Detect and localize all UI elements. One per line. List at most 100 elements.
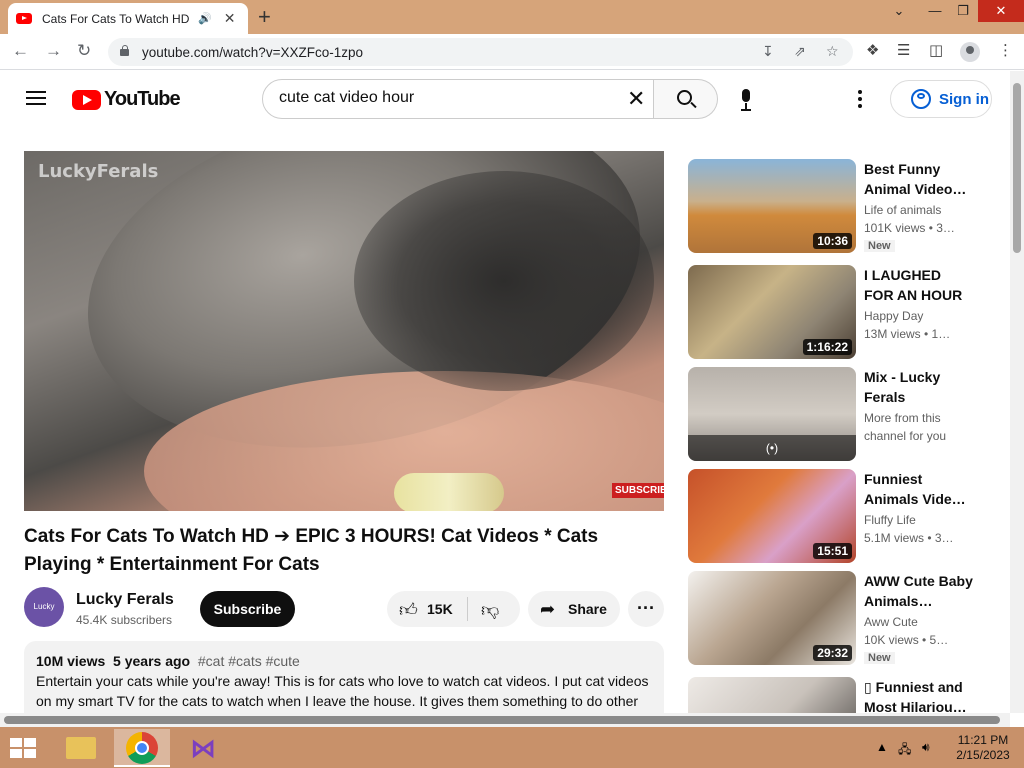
related-video-item[interactable]: 10:36 Best Funny Animal Video… Life of a…	[688, 159, 988, 253]
side-panel-icon[interactable]: ◫	[929, 42, 943, 60]
tab-close-icon[interactable]: ✕	[224, 10, 236, 27]
description-meta: 10M views 5 years ago #cat #cats #cute	[36, 653, 652, 669]
video-title: Cats For Cats To Watch HD ➔ EPIC 3 HOURS…	[24, 526, 599, 575]
clock-date: 2/15/2023	[956, 748, 1010, 762]
horizontal-scrollbar[interactable]	[0, 713, 1010, 727]
duration-badge: 10:36	[813, 233, 852, 249]
windows-start-icon[interactable]	[10, 738, 36, 758]
related-thumbnail[interactable]: 1:16:22	[688, 265, 856, 359]
video-frame-toy	[394, 473, 504, 511]
lock-icon[interactable]	[120, 45, 129, 56]
new-badge: New	[864, 652, 895, 664]
more-actions-button[interactable]: ···	[628, 591, 664, 627]
tab-search-icon[interactable]: ⌄	[882, 0, 916, 22]
new-tab-button[interactable]: +	[258, 6, 271, 28]
search-input[interactable]	[279, 89, 619, 107]
related-video-item[interactable]: 29:32 AWW Cute Baby Animals… Aww Cute 10…	[688, 571, 988, 665]
sign-in-button[interactable]: Sign in	[890, 80, 992, 118]
related-views: channel for you	[864, 429, 947, 443]
share-page-icon[interactable]: ⇗	[794, 43, 806, 60]
related-views: 101K views • 3…	[864, 221, 955, 235]
related-title[interactable]: AWW Cute Baby Animals…	[864, 571, 974, 611]
system-clock[interactable]: 11:21 PM 2/15/2023	[948, 733, 1018, 763]
search-box[interactable]: ✕	[262, 79, 654, 119]
youtube-logo[interactable]: YouTube	[72, 88, 181, 111]
dislike-thumb-down-icon[interactable]: 👎︎	[481, 599, 499, 621]
mix-radio-icon: (•)	[688, 435, 856, 461]
like-thumb-up-icon[interactable]: 👍︎	[399, 599, 418, 621]
visual-studio-icon: ⋈	[190, 733, 216, 763]
browser-toolbar: ← → ↻ youtube.com/watch?v=XXZFco-1zpo ↧ …	[0, 34, 1024, 70]
tab-title: Cats For Cats To Watch HD -	[42, 11, 192, 26]
vertical-scrollbar[interactable]	[1010, 71, 1024, 713]
back-arrow-icon[interactable]: ←	[12, 41, 29, 61]
chrome-taskbar-button[interactable]	[114, 729, 170, 767]
forward-arrow-icon[interactable]: →	[45, 41, 62, 61]
share-button[interactable]: ➦ Share	[528, 591, 620, 627]
related-mix-item[interactable]: (•) Mix - Lucky Ferals More from this ch…	[688, 367, 988, 461]
restore-button[interactable]: ❐	[946, 0, 980, 22]
subscriber-count: 45.4K subscribers	[76, 613, 173, 627]
hashtags[interactable]: #cat #cats #cute	[198, 653, 300, 669]
duration-badge: 15:51	[813, 543, 852, 559]
browser-menu-icon[interactable]: ⋮	[998, 42, 1013, 60]
clear-search-icon[interactable]: ✕	[627, 86, 645, 112]
volume-icon[interactable]: 🔊︎	[922, 740, 930, 755]
related-video-item[interactable]: 15:51 Funniest Animals Vide… Fluffy Life…	[688, 469, 988, 563]
file-explorer-taskbar-button[interactable]	[52, 729, 108, 767]
network-icon[interactable]: 🖧︎	[898, 740, 911, 761]
like-dislike-group: 👍︎ 15K 👎︎	[387, 591, 520, 627]
search-button[interactable]	[654, 79, 718, 119]
related-views: 5.1M views • 3…	[864, 531, 954, 545]
youtube-favicon-icon	[16, 13, 32, 24]
youtube-wordmark: YouTube	[104, 88, 181, 110]
bookmark-star-icon[interactable]: ☆	[826, 43, 839, 60]
address-bar[interactable]: youtube.com/watch?v=XXZFco-1zpo ↧ ⇗ ☆	[108, 38, 853, 66]
subscribe-button[interactable]: Subscribe	[200, 591, 295, 627]
browser-tab[interactable]: Cats For Cats To Watch HD - 🔊 ✕	[8, 3, 248, 34]
related-thumbnail[interactable]: 10:36	[688, 159, 856, 253]
settings-more-icon[interactable]	[858, 90, 862, 111]
related-views: 13M views • 1…	[864, 327, 951, 341]
youtube-play-icon	[72, 89, 101, 110]
scroll-thumb[interactable]	[4, 716, 1000, 724]
related-title[interactable]: Funniest Animals Vide…	[864, 469, 974, 509]
video-player[interactable]: LuckyFerals SUBSCRIBE	[24, 151, 664, 511]
profile-avatar-icon[interactable]	[960, 42, 980, 62]
voice-search-mic-icon[interactable]	[740, 89, 752, 111]
related-video-item[interactable]: 1:16:22 I LAUGHED FOR AN HOUR😹… Happy Da…	[688, 265, 988, 359]
url-text[interactable]: youtube.com/watch?v=XXZFco-1zpo	[142, 45, 363, 60]
windows-taskbar: ⋈ ▲ 🖧︎ 🔊︎ 11:21 PM 2/15/2023	[0, 727, 1024, 768]
related-thumbnail[interactable]: 29:32	[688, 571, 856, 665]
channel-avatar[interactable]: Lucky Ferals	[24, 587, 64, 651]
extensions-puzzle-icon[interactable]: ❖	[866, 42, 879, 60]
search-icon	[677, 90, 692, 105]
tray-overflow-icon[interactable]: ▲	[876, 740, 888, 754]
share-label: Share	[568, 601, 607, 617]
reload-icon[interactable]: ↻	[77, 41, 91, 61]
like-count[interactable]: 15K	[427, 601, 453, 617]
related-video-item[interactable]: ▯ Funniest and Most Hilariou…	[688, 677, 988, 713]
related-channel: Aww Cute	[864, 615, 918, 629]
close-window-button[interactable]: ✕	[978, 0, 1024, 22]
install-app-icon[interactable]: ↧	[762, 43, 774, 60]
visual-studio-taskbar-button[interactable]: ⋈	[176, 729, 232, 767]
related-title[interactable]: I LAUGHED FOR AN HOUR😹…	[864, 265, 974, 305]
related-title[interactable]: Mix - Lucky Ferals	[864, 367, 974, 407]
media-controls-icon[interactable]: ☰	[897, 42, 910, 60]
related-channel: Life of animals	[864, 203, 942, 217]
related-title[interactable]: Best Funny Animal Video…	[864, 159, 974, 199]
related-channel: Happy Day	[864, 309, 924, 323]
related-thumbnail[interactable]: 15:51	[688, 469, 856, 563]
description-box[interactable]: 10M views 5 years ago #cat #cats #cute E…	[24, 641, 664, 713]
related-title[interactable]: ▯ Funniest and Most Hilariou…	[864, 677, 974, 713]
menu-hamburger-icon[interactable]	[26, 91, 46, 105]
share-arrow-icon: ➦	[540, 599, 556, 619]
subscribe-watermark[interactable]: SUBSCRIBE	[612, 483, 664, 498]
scroll-thumb[interactable]	[1013, 83, 1021, 253]
channel-name[interactable]: Lucky Ferals	[76, 591, 174, 609]
tab-audio-icon[interactable]: 🔊	[198, 12, 212, 25]
related-thumbnail[interactable]	[688, 677, 856, 713]
new-badge: New	[864, 240, 895, 252]
related-thumbnail[interactable]: (•)	[688, 367, 856, 461]
